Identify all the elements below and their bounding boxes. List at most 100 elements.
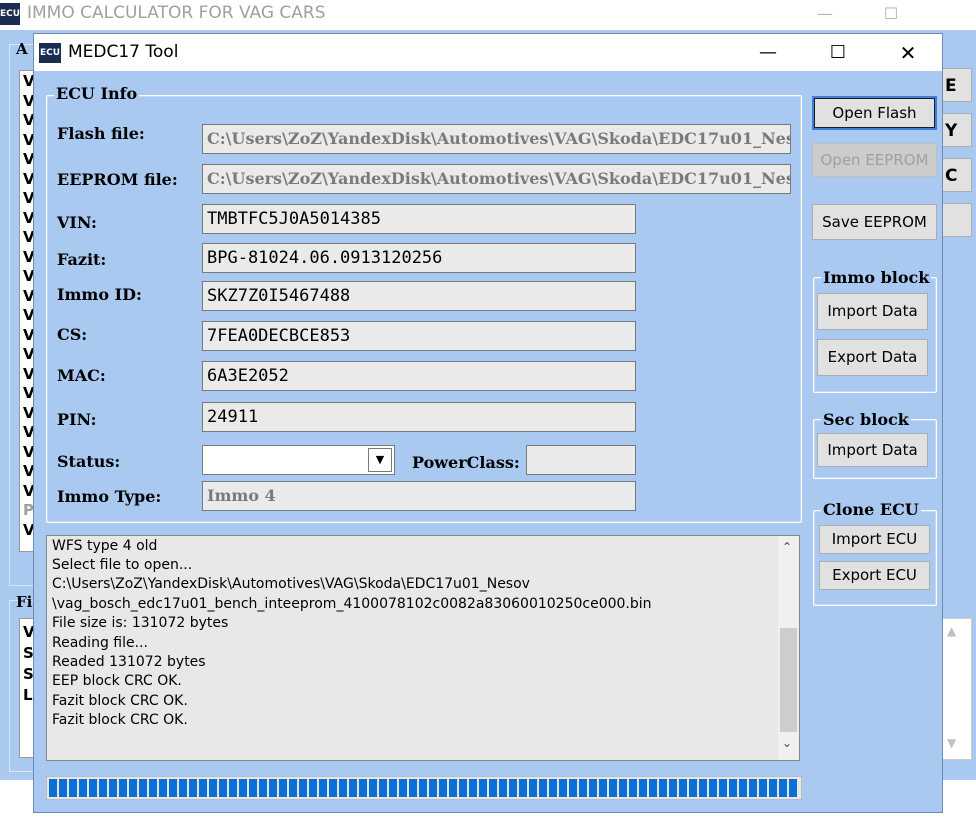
log-line: File size is: 131072 bytes xyxy=(52,615,229,631)
mac-field[interactable]: 6A3E2052 xyxy=(202,361,636,391)
log-textbox[interactable]: WFS type 4 old Select file to open... C:… xyxy=(46,535,800,761)
log-line: Select file to open... xyxy=(52,557,193,573)
progress-segment xyxy=(529,779,537,797)
progress-segment xyxy=(129,779,137,797)
export-ecu-button[interactable]: Export ECU xyxy=(819,561,930,590)
eeprom-file-field[interactable]: C:\Users\ZoZ\YandexDisk\Automotives\VAG\… xyxy=(202,164,791,194)
progress-segment xyxy=(629,779,637,797)
progress-fill xyxy=(49,779,797,797)
progress-segment xyxy=(649,779,657,797)
progress-segment xyxy=(319,779,327,797)
progress-segment xyxy=(399,779,407,797)
chevron-down-icon[interactable]: ▼ xyxy=(368,448,392,472)
progress-segment xyxy=(209,779,217,797)
progress-segment xyxy=(469,779,477,797)
log-line: \vag_bosch_edc17u01_bench_inteeprom_4100… xyxy=(52,596,652,612)
progress-segment xyxy=(269,779,277,797)
progress-segment xyxy=(489,779,497,797)
progress-segment xyxy=(229,779,237,797)
progress-segment xyxy=(589,779,597,797)
status-select[interactable] xyxy=(202,445,395,475)
progress-segment xyxy=(549,779,557,797)
progress-segment xyxy=(449,779,457,797)
log-line: Fazit block CRC OK. xyxy=(52,693,188,709)
progress-bar xyxy=(46,776,802,800)
vin-field[interactable]: TMBTFC5J0A5014385 xyxy=(202,204,636,234)
flash-file-field[interactable]: C:\Users\ZoZ\YandexDisk\Automotives\VAG\… xyxy=(202,124,791,154)
background-group-label: A xyxy=(16,40,28,58)
log-scrollbar[interactable]: ⌃ ⌄ xyxy=(778,536,799,760)
progress-segment xyxy=(169,779,177,797)
progress-segment xyxy=(669,779,677,797)
progress-segment xyxy=(79,779,87,797)
progress-segment xyxy=(679,779,687,797)
progress-segment xyxy=(369,779,377,797)
fazit-field[interactable]: BPG-81024.06.0913120256 xyxy=(202,243,636,273)
immo-import-data-button[interactable]: Import Data xyxy=(817,293,928,330)
progress-segment xyxy=(559,779,567,797)
progress-segment xyxy=(69,779,77,797)
open-eeprom-button[interactable]: Open EEPROM xyxy=(812,143,937,177)
progress-segment xyxy=(359,779,367,797)
log-line: Reading file... xyxy=(52,635,148,651)
progress-segment xyxy=(179,779,187,797)
progress-segment xyxy=(139,779,147,797)
progress-segment xyxy=(199,779,207,797)
progress-segment xyxy=(699,779,707,797)
progress-segment xyxy=(279,779,287,797)
eeprom-file-label: EEPROM file: xyxy=(57,170,178,189)
progress-segment xyxy=(219,779,227,797)
progress-segment xyxy=(89,779,97,797)
progress-segment xyxy=(569,779,577,797)
progress-segment xyxy=(419,779,427,797)
log-scroll-thumb[interactable] xyxy=(780,628,797,732)
dialog-minimize-button[interactable]: — xyxy=(745,38,791,68)
import-ecu-button[interactable]: Import ECU xyxy=(819,525,930,554)
immo-id-field[interactable]: SKZ7Z0I5467488 xyxy=(202,281,636,311)
immo-type-field[interactable]: Immo 4 xyxy=(202,481,636,511)
background-maximize-button[interactable]: ☐ xyxy=(876,2,906,26)
log-line: C:\Users\ZoZ\YandexDisk\Automotives\VAG\… xyxy=(52,576,530,592)
progress-segment xyxy=(119,779,127,797)
pin-label: PIN: xyxy=(57,410,97,429)
progress-segment xyxy=(579,779,587,797)
powerclass-field[interactable] xyxy=(526,445,636,475)
immo-export-data-button[interactable]: Export Data xyxy=(817,339,928,376)
progress-segment xyxy=(329,779,337,797)
progress-segment xyxy=(299,779,307,797)
progress-segment xyxy=(729,779,737,797)
dialog-maximize-button[interactable]: ☐ xyxy=(815,38,861,68)
background-list-item: L xyxy=(23,686,33,704)
cs-field[interactable]: 7FEA0DECBCE853 xyxy=(202,321,636,351)
log-line: Readed 131072 bytes xyxy=(52,654,206,670)
sec-import-data-button[interactable]: Import Data xyxy=(817,433,928,467)
progress-segment xyxy=(689,779,697,797)
medc17-tool-dialog: ECU MEDC17 Tool — ☐ ✕ ECU Info Flash fil… xyxy=(33,33,943,813)
scroll-down-icon[interactable]: ⌄ xyxy=(782,736,792,750)
progress-segment xyxy=(609,779,617,797)
progress-segment xyxy=(749,779,757,797)
dialog-app-icon: ECU xyxy=(39,43,61,63)
scroll-up-icon[interactable]: ⌃ xyxy=(782,540,792,554)
progress-segment xyxy=(59,779,67,797)
dialog-close-button[interactable]: ✕ xyxy=(885,38,931,68)
background-scroll-down-icon[interactable]: ▼ xyxy=(947,736,956,750)
progress-segment xyxy=(259,779,267,797)
progress-segment xyxy=(659,779,667,797)
pin-field[interactable]: 24911 xyxy=(202,402,636,432)
progress-segment xyxy=(99,779,107,797)
background-app-icon: ECU xyxy=(0,3,20,25)
save-eeprom-button[interactable]: Save EEPROM xyxy=(812,204,937,240)
progress-segment xyxy=(519,779,527,797)
powerclass-label: PowerClass: xyxy=(412,453,520,472)
progress-segment xyxy=(249,779,257,797)
progress-segment xyxy=(159,779,167,797)
background-minimize-button[interactable]: — xyxy=(810,2,840,26)
progress-segment xyxy=(349,779,357,797)
progress-segment xyxy=(289,779,297,797)
background-scroll-up-icon[interactable]: ▲ xyxy=(947,624,956,638)
progress-segment xyxy=(789,779,797,797)
progress-segment xyxy=(709,779,717,797)
open-flash-button[interactable]: Open Flash xyxy=(812,96,937,130)
immo-type-label: Immo Type: xyxy=(57,487,162,506)
